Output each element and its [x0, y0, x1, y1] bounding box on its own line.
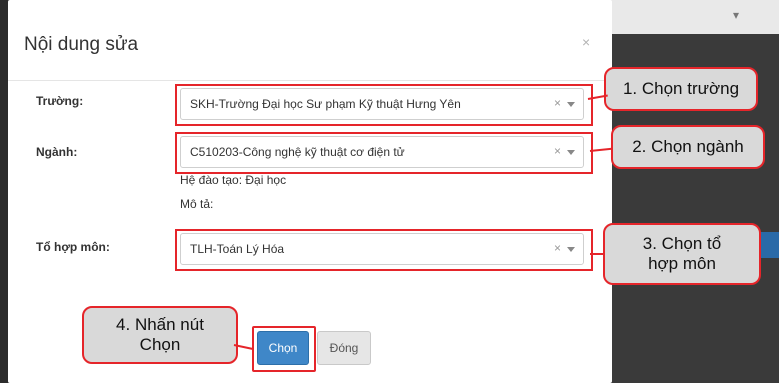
truong-label: Trường: — [36, 94, 84, 108]
clear-icon[interactable]: × — [554, 96, 561, 110]
truong-selected-value: SKH-Trường Đại học Sư phạm Kỹ thuật Hưng… — [190, 97, 461, 111]
truong-select[interactable]: SKH-Trường Đại học Sư phạm Kỹ thuật Hưng… — [180, 88, 584, 120]
chon-button[interactable]: Chọn — [257, 331, 309, 365]
caret-down-icon[interactable] — [567, 247, 575, 252]
to-hop-mon-select[interactable]: TLH-Toán Lý Hóa × — [180, 233, 584, 265]
to-hop-mon-selected-value: TLH-Toán Lý Hóa — [190, 242, 285, 256]
dialog-header: Nội dung sửa × — [8, 0, 612, 81]
callout-pointer — [590, 253, 604, 255]
callout-step-3: 3. Chọn tổ hợp môn — [603, 223, 761, 285]
callout-step-4-line-1: 4. Nhấn nút — [116, 315, 204, 334]
background-left-edge — [0, 0, 8, 383]
to-hop-mon-label: Tổ hợp môn: — [36, 240, 110, 254]
background-header-strip: ▾ — [600, 0, 779, 34]
chevron-down-icon: ▾ — [732, 8, 739, 22]
nganh-select[interactable]: C510203-Công nghệ kỹ thuật cơ điện tử × — [180, 136, 584, 168]
callout-step-4: 4. Nhấn nút Chọn — [82, 306, 238, 364]
nganh-selected-value: C510203-Công nghệ kỹ thuật cơ điện tử — [190, 145, 405, 159]
nganh-label: Ngành: — [36, 145, 78, 159]
he-dao-tao-text: Hệ đào tạo: Đại học — [180, 173, 287, 187]
clear-icon[interactable]: × — [554, 144, 561, 158]
mo-ta-text: Mô tả: — [180, 197, 214, 211]
callout-step-1: 1. Chọn trường — [604, 67, 758, 111]
callout-step-2-text: 2. Chọn ngành — [632, 137, 744, 156]
close-icon[interactable]: × — [582, 34, 590, 50]
callout-step-4-line-2: Chọn — [139, 335, 181, 354]
callout-step-1-text: 1. Chọn trường — [622, 79, 740, 98]
callout-step-2: 2. Chọn ngành — [611, 125, 765, 169]
dialog-title: Nội dung sửa — [24, 34, 139, 55]
caret-down-icon[interactable] — [567, 102, 575, 107]
callout-step-3-line-2: hợp môn — [648, 254, 716, 273]
caret-down-icon[interactable] — [567, 150, 575, 155]
dong-button[interactable]: Đóng — [317, 331, 371, 365]
callout-step-3-line-1: 3. Chọn tổ — [642, 234, 722, 253]
clear-icon[interactable]: × — [554, 241, 561, 255]
